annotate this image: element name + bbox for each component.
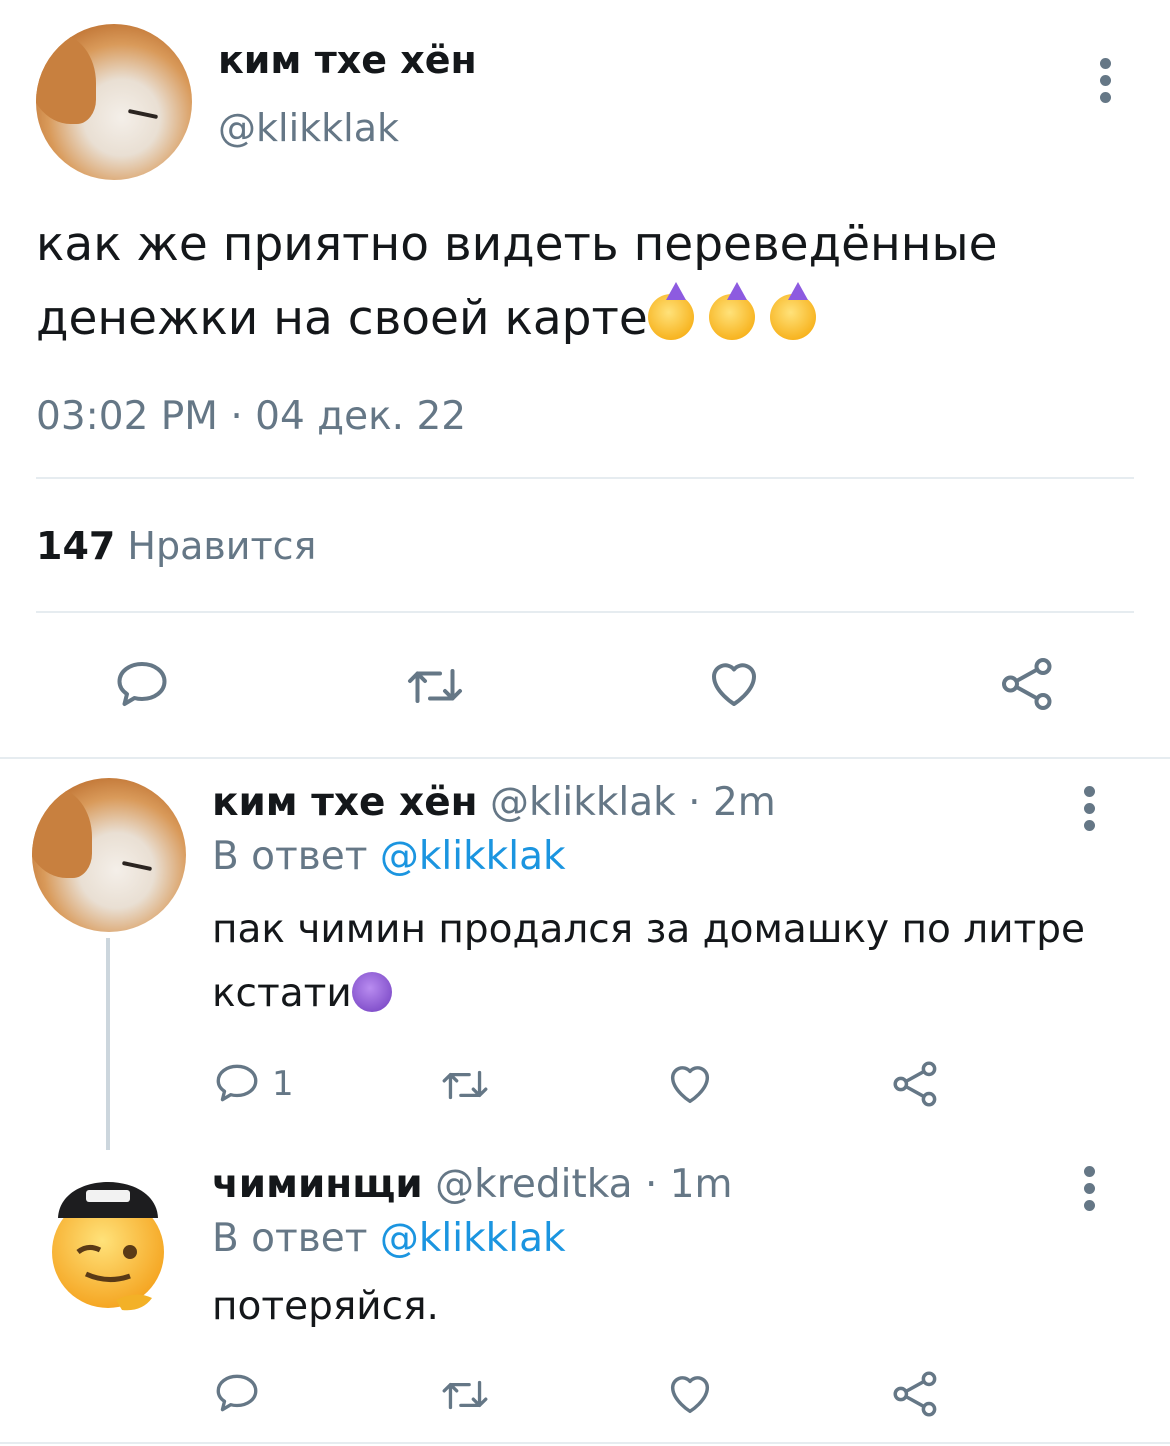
divider <box>0 1442 1170 1444</box>
retweet-icon[interactable] <box>438 1060 492 1110</box>
reply-more-icon[interactable] <box>1084 786 1096 837</box>
reply-author-name[interactable]: ким тхе хён <box>212 780 478 825</box>
divider <box>36 477 1134 479</box>
main-tweet-text: как же приятно видеть переведённые денеж… <box>36 208 1136 356</box>
share-icon[interactable] <box>890 1058 942 1110</box>
reply-author-name[interactable]: чиминщи <box>212 1162 423 1207</box>
partying-face-icon <box>647 282 694 340</box>
reply-icon[interactable] <box>112 654 172 714</box>
like-icon[interactable] <box>664 1058 716 1110</box>
reply-to-link[interactable]: @klikklak <box>380 1216 566 1261</box>
reply-to-line: В ответ @klikklak <box>212 834 566 879</box>
reply-to-line: В ответ @klikklak <box>212 1216 566 1261</box>
reply-time[interactable]: · 1m <box>645 1162 733 1207</box>
reply-prefix: В ответ <box>212 834 368 879</box>
main-tweet-text-line1: как же приятно видеть переведённые <box>36 217 998 272</box>
like-icon[interactable] <box>704 654 764 714</box>
reply-time[interactable]: · 2m <box>688 780 776 825</box>
share-icon[interactable] <box>890 1368 942 1420</box>
reply-avatar[interactable] <box>46 1160 170 1314</box>
reply-author-handle[interactable]: @klikklak <box>490 780 676 825</box>
reply-avatar[interactable] <box>32 778 186 932</box>
likes-label: Нравится <box>127 524 317 568</box>
divider <box>36 611 1134 613</box>
reply-text-line2: кстати <box>212 971 352 1016</box>
main-tweet-likes[interactable]: 147 Нравится <box>36 524 316 568</box>
main-tweet-avatar[interactable] <box>36 24 192 180</box>
main-tweet-text-line2: денежки на своей карте <box>36 291 648 346</box>
reply-header: ким тхе хён @klikklak · 2m <box>212 780 776 825</box>
reply-count: 1 <box>272 1064 294 1104</box>
reply-icon[interactable] <box>212 1368 262 1418</box>
smiling-devil-icon <box>351 972 392 1012</box>
main-tweet-author-name[interactable]: ким тхе хён <box>218 38 477 82</box>
reply-text-line1: пак чимин продался за домашку по литре <box>212 907 1086 952</box>
retweet-icon[interactable] <box>438 1370 492 1420</box>
main-tweet-timestamp[interactable]: 03:02 PM · 04 дек. 22 <box>36 394 466 439</box>
reply-author-handle[interactable]: @kreditka <box>435 1162 632 1207</box>
partying-face-icon <box>769 282 816 340</box>
reply-prefix: В ответ <box>212 1216 368 1261</box>
reply-text: пак чимин продался за домашку по литре к… <box>212 898 1085 1026</box>
reply-to-link[interactable]: @klikklak <box>380 834 566 879</box>
reply-header: чиминщи @kreditka · 1m <box>212 1162 733 1207</box>
divider <box>0 757 1170 759</box>
share-icon[interactable] <box>998 654 1058 714</box>
reply-icon[interactable] <box>212 1058 262 1108</box>
main-tweet-author-handle[interactable]: @klikklak <box>218 106 399 150</box>
reply-text: потеряйся. <box>212 1284 439 1329</box>
like-icon[interactable] <box>664 1368 716 1420</box>
main-tweet-more-icon[interactable] <box>1100 58 1112 109</box>
likes-count: 147 <box>36 524 116 568</box>
retweet-icon[interactable] <box>402 656 468 716</box>
reply-more-icon[interactable] <box>1084 1166 1096 1217</box>
partying-face-icon <box>708 282 755 340</box>
thread-line <box>106 938 110 1150</box>
